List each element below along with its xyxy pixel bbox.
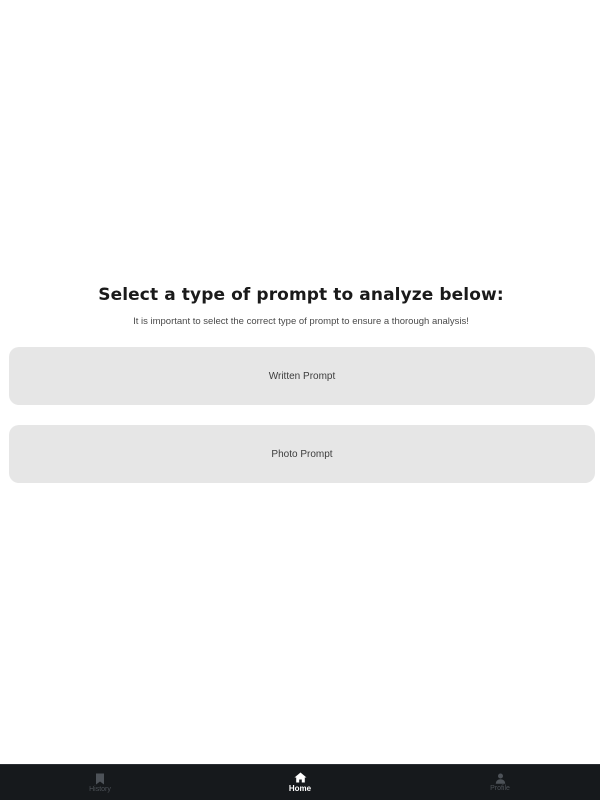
screen: Select a type of prompt to analyze below… xyxy=(0,0,600,800)
written-prompt-label: Written Prompt xyxy=(268,370,336,382)
photo-prompt-label: Photo Prompt xyxy=(271,448,333,460)
tab-profile[interactable]: Profile xyxy=(400,765,600,800)
person-icon xyxy=(495,773,506,784)
home-icon xyxy=(294,772,307,783)
page-title: Select a type of prompt to analyze below… xyxy=(98,285,504,305)
bookmark-icon xyxy=(95,773,105,785)
tab-profile-label: Profile xyxy=(490,785,510,792)
tab-home-label: Home xyxy=(288,784,312,793)
tab-home[interactable]: Home xyxy=(200,765,400,800)
page-subtitle: It is important to select the correct ty… xyxy=(133,316,469,327)
written-prompt-button[interactable]: Written Prompt xyxy=(9,347,595,405)
tab-history[interactable]: History xyxy=(0,765,200,800)
tab-history-label: History xyxy=(89,785,111,793)
photo-prompt-button[interactable]: Photo Prompt xyxy=(9,425,595,483)
bottom-tab-bar: History Home Profile xyxy=(0,764,600,800)
